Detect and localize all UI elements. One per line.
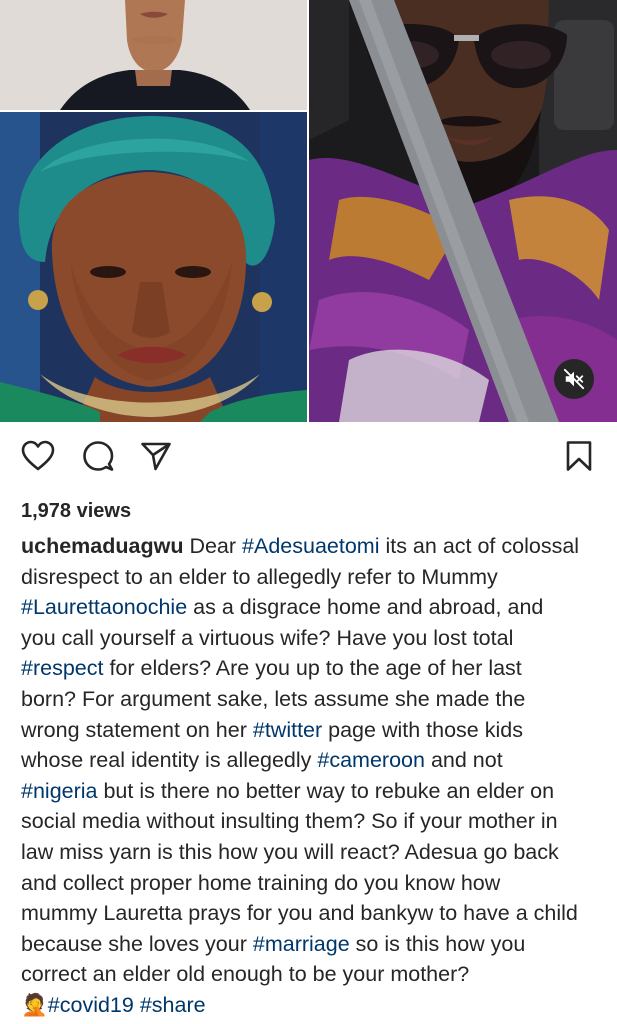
view-count: 1,978 views <box>21 500 132 522</box>
caption-text: you call yourself a virtuous wife? Have … <box>21 625 514 650</box>
caption-text: Dear <box>189 534 243 558</box>
hashtag-link[interactable]: #Adesuaetomi <box>242 534 379 558</box>
caption-text: but is there no better way to rebuke an … <box>97 778 555 803</box>
hashtag-link[interactable]: #marriage <box>253 932 350 956</box>
caption-line: disrespect to an elder to allegedly refe… <box>21 562 606 593</box>
share-button[interactable] <box>138 438 174 474</box>
post-caption: uchemaduagwu Dear #Adesuaetomi its an ac… <box>21 531 606 1021</box>
caption-text: born? For argument sake, lets assume she… <box>21 686 526 711</box>
comment-button[interactable] <box>80 438 116 474</box>
caption-line: #nigeria but is there no better way to r… <box>21 776 606 807</box>
caption-line: correct an elder old enough to be your m… <box>21 959 606 990</box>
caption-text: its an act of colossal <box>379 534 580 558</box>
photo-top-left <box>0 0 307 110</box>
caption-text: page with those kids <box>322 717 523 742</box>
post-media[interactable] <box>0 0 617 422</box>
save-button[interactable] <box>561 438 597 474</box>
caption-line: law miss yarn is this how you will react… <box>21 837 606 868</box>
caption-line: whose real identity is allegedly #camero… <box>21 745 606 776</box>
caption-text: social media without insulting them? So … <box>21 809 558 834</box>
like-button[interactable] <box>20 438 56 474</box>
username-link[interactable]: uchemaduagwu <box>21 534 183 558</box>
heart-icon <box>21 440 55 471</box>
caption-line: #respect for elders? Are you up to the a… <box>21 653 606 684</box>
hashtag-link[interactable]: #share <box>140 993 206 1017</box>
caption-text: and not <box>424 748 503 773</box>
caption-line: mummy Lauretta prays for you and bankyw … <box>21 898 606 929</box>
hashtag-link[interactable]: #twitter <box>253 718 322 742</box>
caption-line: and collect proper home training do you … <box>21 868 606 899</box>
hashtag-link[interactable]: #Laurettaonochie <box>21 595 187 619</box>
speaker-muted-icon <box>563 368 585 390</box>
caption-text: so is this how you <box>349 931 526 956</box>
post-action-bar <box>0 438 617 478</box>
caption-text: mummy Lauretta prays for you and bankyw … <box>21 901 578 926</box>
caption-text: correct an elder old enough to be your m… <box>21 962 470 987</box>
facepalm-emoji: 🤦 <box>21 992 48 1017</box>
caption-line: uchemaduagwu Dear #Adesuaetomi its an ac… <box>21 531 606 562</box>
caption-line: wrong statement on her #twitter page wit… <box>21 715 606 746</box>
caption-line: because she loves your #marriage so is t… <box>21 929 606 960</box>
caption-text: whose real identity is allegedly <box>21 748 318 773</box>
caption-text: and collect proper home training do you … <box>21 870 501 895</box>
hashtag-link[interactable]: #nigeria <box>21 779 98 803</box>
hashtag-link[interactable]: #cameroon <box>317 748 425 772</box>
caption-text: wrong statement on her <box>21 717 253 742</box>
caption-line: you call yourself a virtuous wife? Have … <box>21 623 606 654</box>
photo-bottom-left <box>0 112 307 422</box>
hashtag-link[interactable]: #respect <box>21 656 103 680</box>
caption-text: disrespect to an elder to allegedly refe… <box>21 564 498 589</box>
caption-text: law miss yarn is this how you will react… <box>21 839 559 864</box>
mute-toggle-button[interactable] <box>554 359 594 399</box>
comment-icon <box>83 441 114 471</box>
caption-line: 🤦#covid19 #share <box>21 990 606 1021</box>
hashtag-link[interactable]: #covid19 <box>48 993 134 1017</box>
caption-text: as a disgrace home and abroad, and <box>187 595 544 620</box>
bookmark-icon <box>566 441 592 471</box>
caption-text: for elders? Are you up to the age of her… <box>103 656 522 681</box>
caption-line: social media without insulting them? So … <box>21 806 606 837</box>
caption-text: because she loves your <box>21 931 253 956</box>
paper-plane-icon <box>141 442 171 471</box>
caption-line: #Laurettaonochie as a disgrace home and … <box>21 592 606 623</box>
caption-line: born? For argument sake, lets assume she… <box>21 684 606 715</box>
